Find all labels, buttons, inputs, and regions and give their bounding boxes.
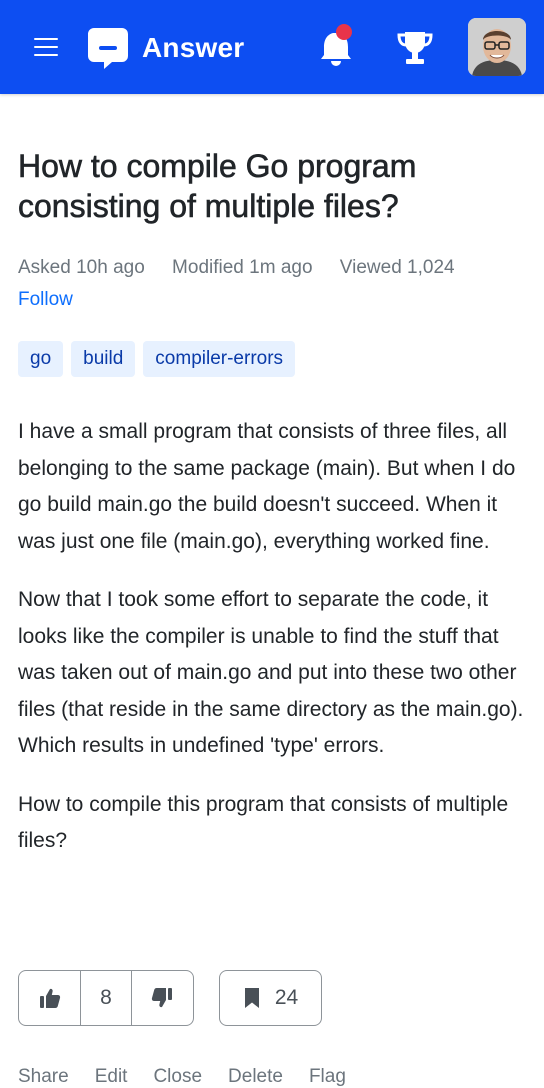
- share-link[interactable]: Share: [18, 1066, 69, 1088]
- body-paragraph: How to compile this program that consist…: [18, 792, 509, 853]
- downvote-button[interactable]: [132, 971, 193, 1025]
- body-paragraph: I have a small program that consists of …: [18, 420, 516, 553]
- upvote-button[interactable]: [19, 971, 80, 1025]
- follow-link[interactable]: Follow: [18, 289, 73, 311]
- tag-compiler-errors[interactable]: compiler-errors: [143, 341, 296, 377]
- bookmark-count: 24: [274, 986, 299, 1009]
- user-photo: [468, 18, 526, 76]
- vote-controls: 8: [18, 970, 194, 1026]
- tag-build[interactable]: build: [71, 341, 136, 377]
- vote-count: 8: [80, 971, 132, 1025]
- notification-badge: [336, 24, 352, 40]
- question-title: How to compile Go program consisting of …: [18, 148, 417, 225]
- question-actions: Share Edit Close Delete Flag: [18, 1066, 372, 1088]
- bookmark-icon: [244, 988, 259, 1008]
- logo-icon: [88, 28, 128, 69]
- asked-time: Asked 10h ago: [18, 257, 145, 278]
- tag-list: go build compiler-errors: [18, 341, 296, 377]
- modified-time: Modified 1m ago: [172, 257, 313, 278]
- top-navbar: Answer: [0, 0, 544, 94]
- bell-icon[interactable]: [316, 24, 356, 70]
- tag-go[interactable]: go: [18, 341, 64, 377]
- thumbs-down-icon: [152, 988, 173, 1008]
- trophy-icon[interactable]: [395, 28, 435, 68]
- view-count: Viewed 1,024: [339, 257, 455, 278]
- question-body: I have a small program that consists of …: [18, 414, 530, 882]
- thumbs-up-icon: [39, 988, 60, 1008]
- body-paragraph: Now that I took some effort to separate …: [18, 588, 524, 757]
- avatar[interactable]: [468, 18, 526, 76]
- menu-icon[interactable]: [32, 34, 60, 60]
- question-meta: Asked 10h ago Modified 1m ago Viewed 1,0…: [18, 257, 477, 279]
- bookmark-button[interactable]: 24: [219, 970, 322, 1026]
- flag-link[interactable]: Flag: [309, 1066, 346, 1088]
- brand-logo[interactable]: Answer: [86, 26, 244, 70]
- brand-name: Answer: [142, 32, 245, 63]
- edit-link[interactable]: Edit: [95, 1066, 128, 1088]
- delete-link[interactable]: Delete: [228, 1066, 283, 1088]
- close-link[interactable]: Close: [153, 1066, 202, 1088]
